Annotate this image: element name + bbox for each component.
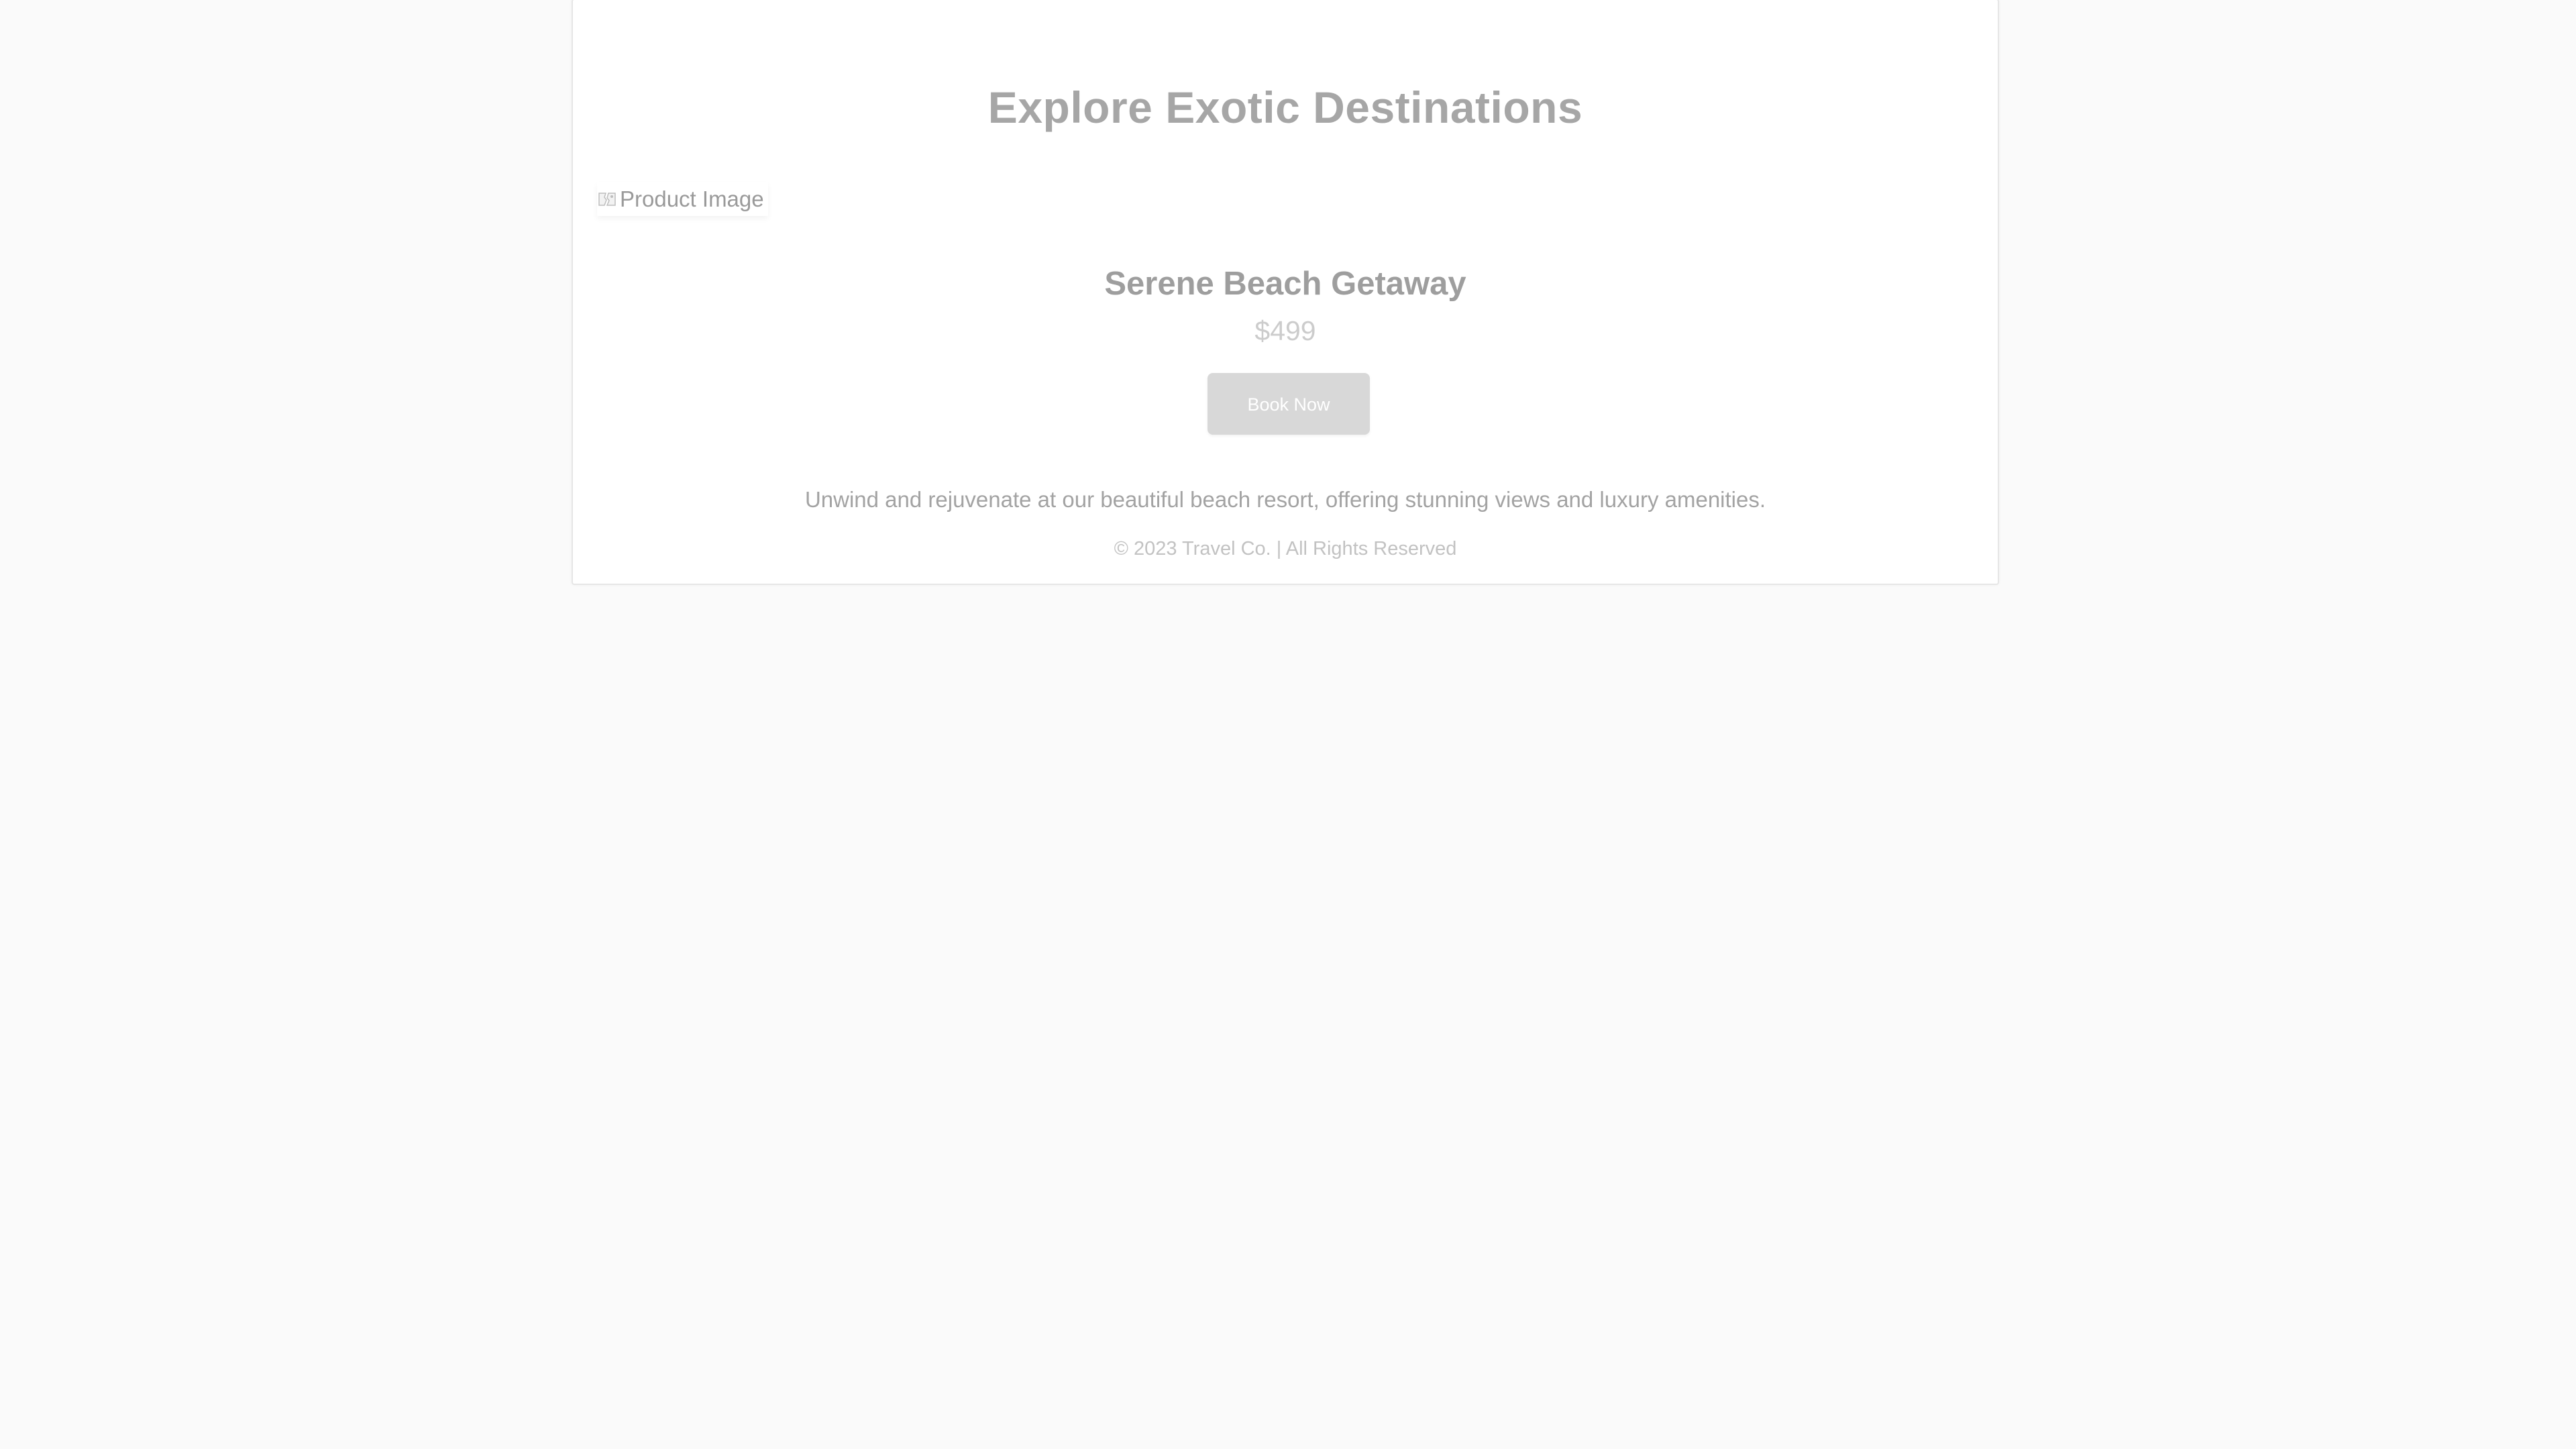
product-description: Unwind and rejuvenate at our beautiful b… [804,487,1766,512]
product-card: Explore Exotic Destinations Product Imag… [572,0,1999,585]
product-name: Serene Beach Getaway [1104,266,1466,302]
product-image: Product Image [597,182,768,216]
product-image-alt-text: Product Image [620,186,764,211]
footer-copyright: © 2023 Travel Co. | All Rights Reserved [1114,538,1457,559]
page-title: Explore Exotic Destinations [987,83,1583,132]
product-price: $499 [1254,315,1316,346]
broken-image-icon [597,189,617,209]
book-now-button[interactable]: Book Now [1208,373,1370,435]
